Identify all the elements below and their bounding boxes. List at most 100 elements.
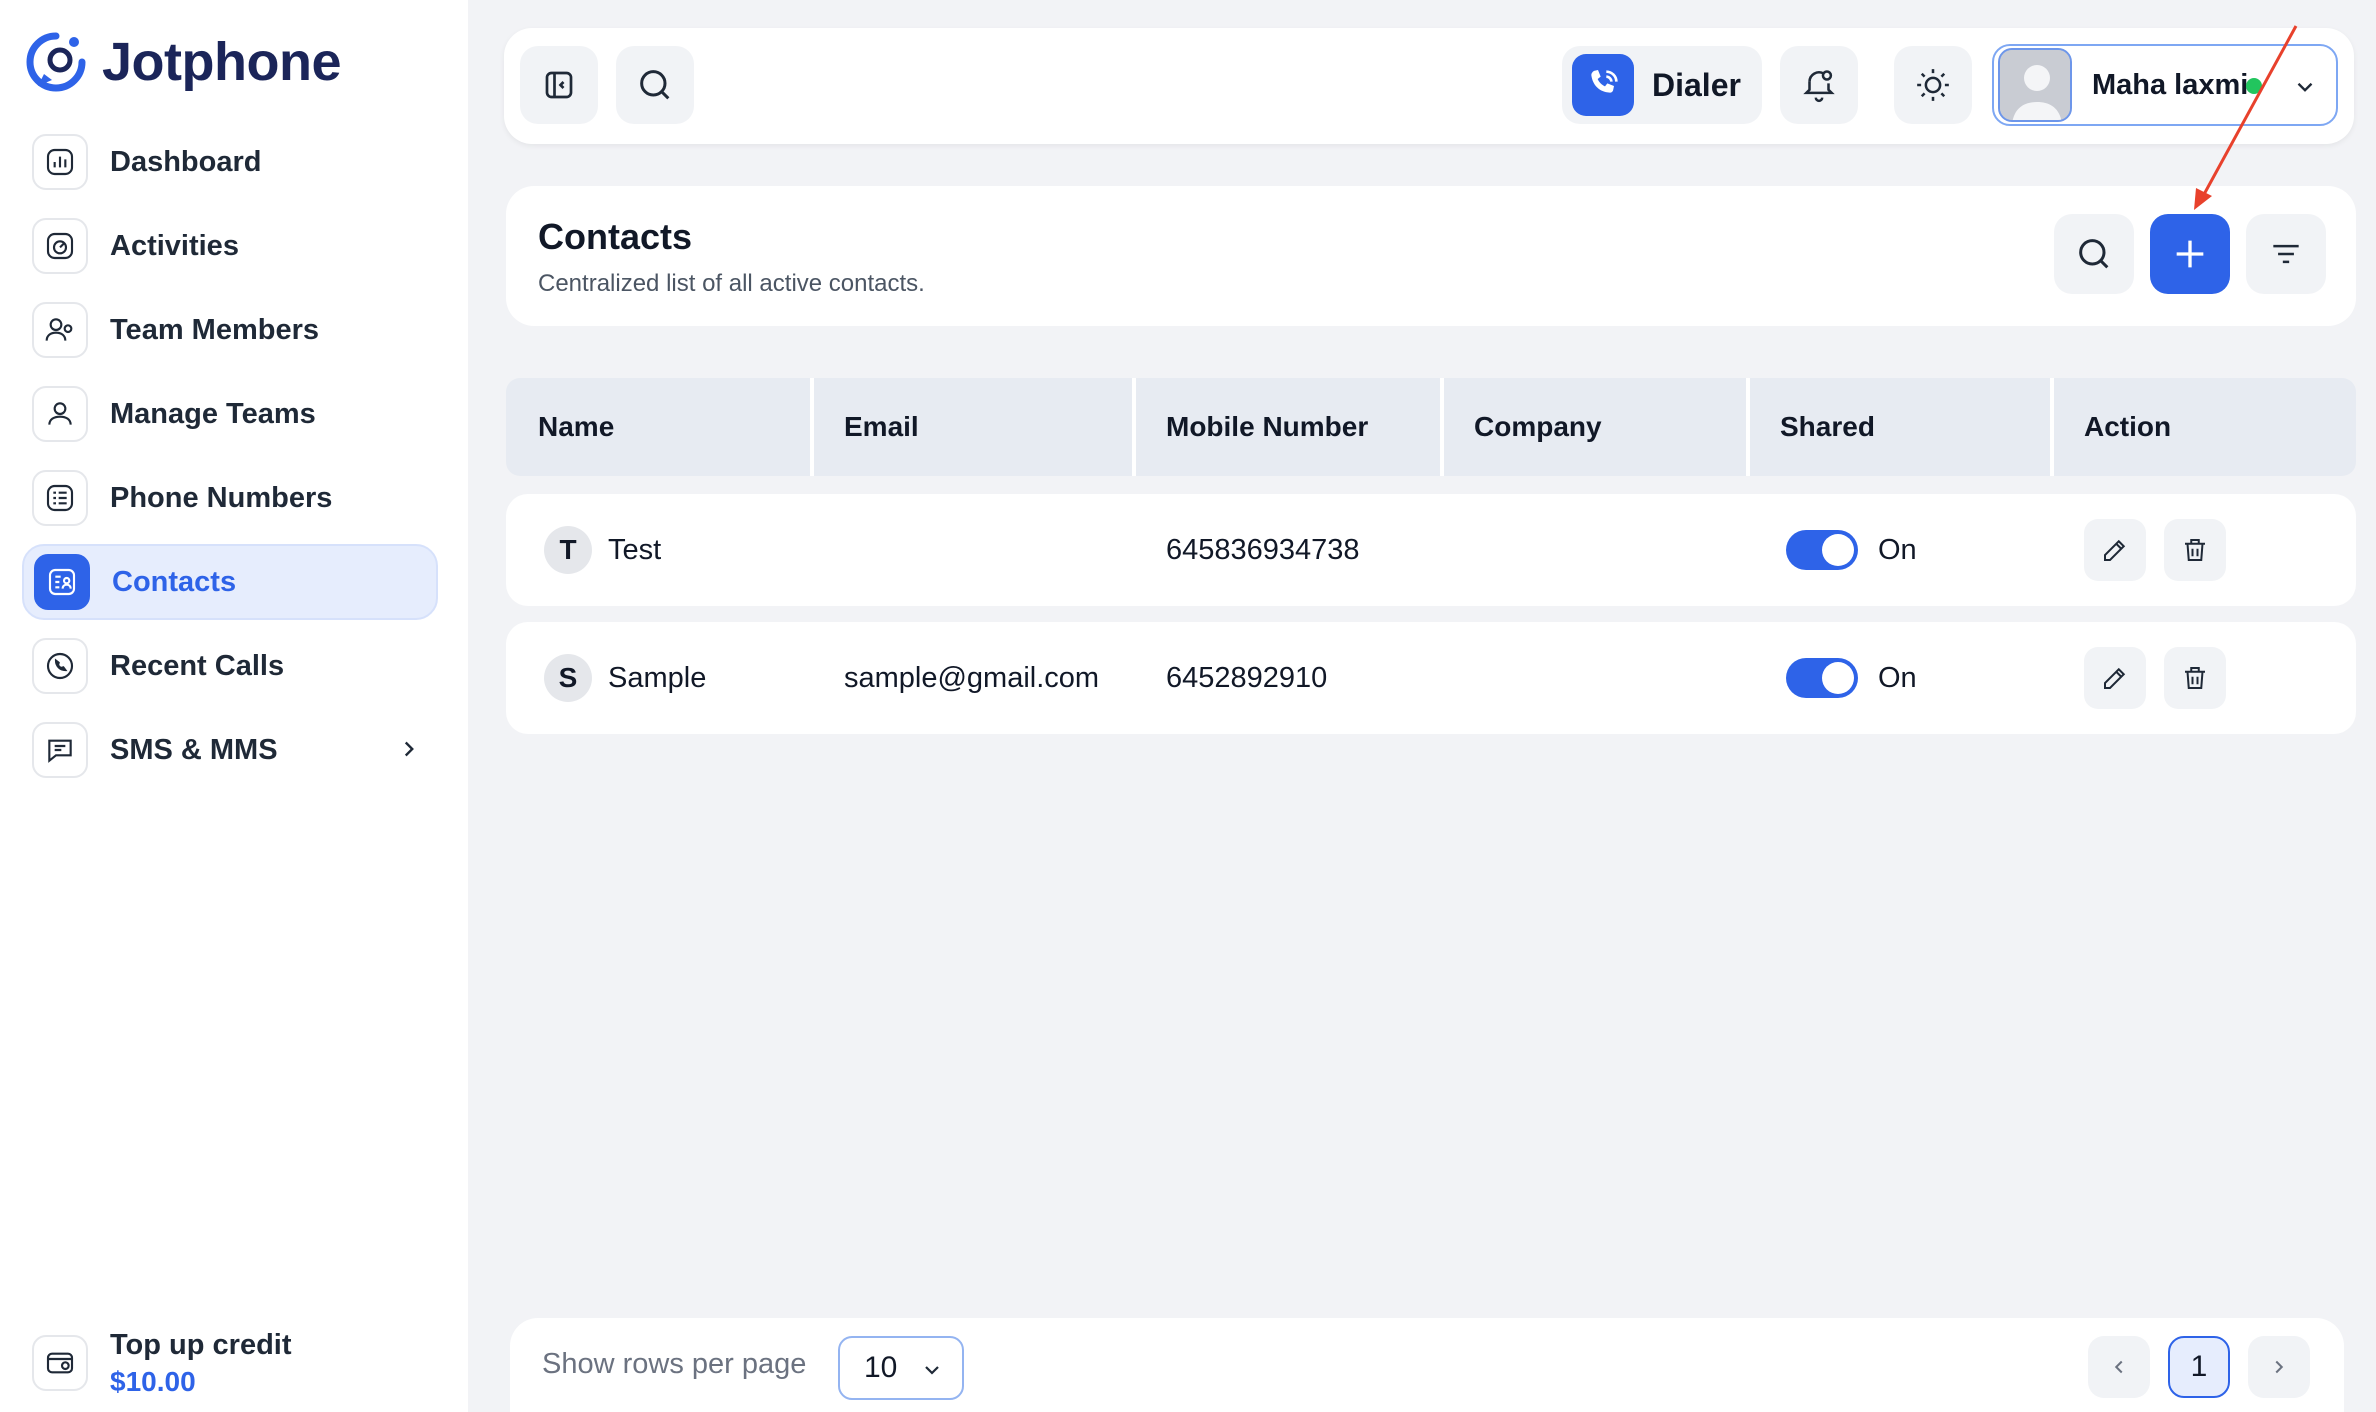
sidebar-item-activities[interactable]: Activities xyxy=(22,208,438,284)
shared-cell: On xyxy=(1786,622,1917,734)
avatar xyxy=(1998,48,2072,122)
rows-per-page-select[interactable]: 10 xyxy=(838,1336,964,1400)
rows-per-page-value: 10 xyxy=(864,1351,898,1384)
contact-email: sample@gmail.com xyxy=(844,661,1100,694)
column-header-email[interactable]: Email xyxy=(812,378,1132,476)
chart-icon xyxy=(46,148,74,176)
sidebar-item-label: Manage Teams xyxy=(110,397,316,430)
search-contacts-button[interactable] xyxy=(2054,214,2134,294)
table-row[interactable]: S Sample sample@gmail.com 6452892910 On xyxy=(506,622,2356,734)
pencil-icon xyxy=(2104,539,2126,561)
trash-icon xyxy=(2185,667,2205,689)
filter-icon xyxy=(2273,244,2299,264)
delete-button[interactable] xyxy=(2164,519,2226,581)
column-header-mobile[interactable]: Mobile Number xyxy=(1134,378,1440,476)
contacts-icon xyxy=(48,568,76,596)
rows-per-page-label: Show rows per page xyxy=(542,1348,807,1380)
contact-mobile: 6452892910 xyxy=(1166,661,1328,694)
previous-page-button[interactable] xyxy=(2088,1336,2150,1398)
delete-button[interactable] xyxy=(2164,647,2226,709)
sun-icon xyxy=(1917,69,1949,101)
toggle-knob xyxy=(1822,534,1854,566)
column-header-action: Action xyxy=(2084,411,2172,442)
sidebar-item-contacts[interactable]: Contacts xyxy=(22,544,438,620)
theme-toggle-button[interactable] xyxy=(1894,46,1972,124)
contact-mobile: 645836934738 xyxy=(1166,533,1360,566)
contact-name: Test xyxy=(608,533,662,566)
sidebar-item-recent-calls[interactable]: Recent Calls xyxy=(22,628,438,704)
search-icon xyxy=(640,70,670,100)
notifications-button[interactable] xyxy=(1780,46,1858,124)
page-header: Contacts Centralized list of all active … xyxy=(506,186,2356,326)
chevron-down-icon xyxy=(925,1366,939,1375)
filter-button[interactable] xyxy=(2246,214,2326,294)
page-title: Contacts xyxy=(538,216,693,257)
contact-initial: S xyxy=(544,654,592,702)
chevron-right-icon xyxy=(404,741,414,757)
sidebar-item-label: Team Members xyxy=(110,313,319,346)
chevron-right-icon xyxy=(2275,1360,2284,1374)
chevron-down-icon xyxy=(2297,82,2313,92)
sidebar-item-dashboard[interactable]: Dashboard xyxy=(22,124,438,200)
column-header-name[interactable]: Name xyxy=(506,378,810,476)
bell-icon xyxy=(1803,70,1835,103)
sidebar-item-phone-numbers[interactable]: Phone Numbers xyxy=(22,460,438,536)
action-cell xyxy=(2084,622,2244,734)
dialer-button[interactable]: Dialer xyxy=(1562,46,1762,124)
contact-name-cell: S Sample xyxy=(544,622,706,734)
page-button-current[interactable]: 1 xyxy=(2168,1336,2230,1398)
wallet-icon xyxy=(46,1352,74,1374)
contact-name: Sample xyxy=(608,661,707,694)
table-header: Name Email Mobile Number Company Shared … xyxy=(506,378,2356,476)
activity-icon xyxy=(46,232,74,260)
page-subtitle: Centralized list of all active contacts. xyxy=(538,270,925,297)
team-members-icon xyxy=(45,318,73,341)
edit-button[interactable] xyxy=(2084,519,2146,581)
sidebar-item-label: Recent Calls xyxy=(110,649,285,682)
app-logo[interactable]: Jotphone xyxy=(24,30,341,94)
shared-cell: On xyxy=(1786,494,1917,606)
sidebar-item-sms-mms[interactable]: SMS & MMS xyxy=(22,712,438,788)
contact-name-cell: T Test xyxy=(544,494,661,606)
message-icon xyxy=(48,739,72,763)
sidebar-nav: Dashboard Activities Team Members Manage… xyxy=(22,124,438,796)
phone-icon xyxy=(1591,70,1618,93)
edit-button[interactable] xyxy=(2084,647,2146,709)
sidebar-item-label: Contacts xyxy=(112,565,237,598)
plus-icon xyxy=(2176,240,2204,268)
pagination-bar: Show rows per page 10 1 xyxy=(510,1318,2344,1412)
sidebar-item-manage-teams[interactable]: Manage Teams xyxy=(22,376,438,452)
credit-balance: $10.00 xyxy=(110,1366,196,1397)
trash-icon xyxy=(2185,539,2205,561)
sidebar-item-label: Dashboard xyxy=(110,145,262,178)
add-contact-button[interactable] xyxy=(2150,214,2230,294)
column-header-company[interactable]: Company xyxy=(1442,378,1742,476)
top-bar: Dialer Maha laxmi xyxy=(504,28,2354,144)
phone-list-icon xyxy=(46,484,74,512)
column-header-shared[interactable]: Shared xyxy=(1748,378,2048,476)
users-icon xyxy=(48,402,72,425)
shared-toggle[interactable] xyxy=(1786,530,1858,570)
app-name: Jotphone xyxy=(102,32,341,92)
sidebar: Jotphone Dashboard Activities Team Membe… xyxy=(0,0,468,1412)
shared-toggle[interactable] xyxy=(1786,658,1858,698)
topup-credit[interactable]: Top up credit $10.00 xyxy=(32,1326,292,1400)
dialer-label: Dialer xyxy=(1652,66,1741,103)
next-page-button[interactable] xyxy=(2248,1336,2310,1398)
sidebar-item-team-members[interactable]: Team Members xyxy=(22,292,438,368)
user-menu[interactable]: Maha laxmi xyxy=(1992,44,2338,126)
sidebar-item-label: Phone Numbers xyxy=(110,481,333,514)
collapse-sidebar-button[interactable] xyxy=(520,46,598,124)
sidebar-item-label: SMS & MMS xyxy=(110,733,278,766)
global-search-button[interactable] xyxy=(616,46,694,124)
table-row[interactable]: T Test 645836934738 On xyxy=(506,494,2356,606)
chevron-left-icon xyxy=(2114,1360,2123,1374)
pencil-icon xyxy=(2104,667,2126,689)
sidebar-item-label: Activities xyxy=(110,229,239,262)
user-name: Maha laxmi xyxy=(2092,68,2249,101)
action-cell xyxy=(2084,494,2244,606)
search-icon xyxy=(2079,239,2109,269)
online-status-dot xyxy=(2246,78,2262,94)
jotphone-logo-icon xyxy=(26,32,86,92)
shared-status: On xyxy=(1878,661,1917,694)
